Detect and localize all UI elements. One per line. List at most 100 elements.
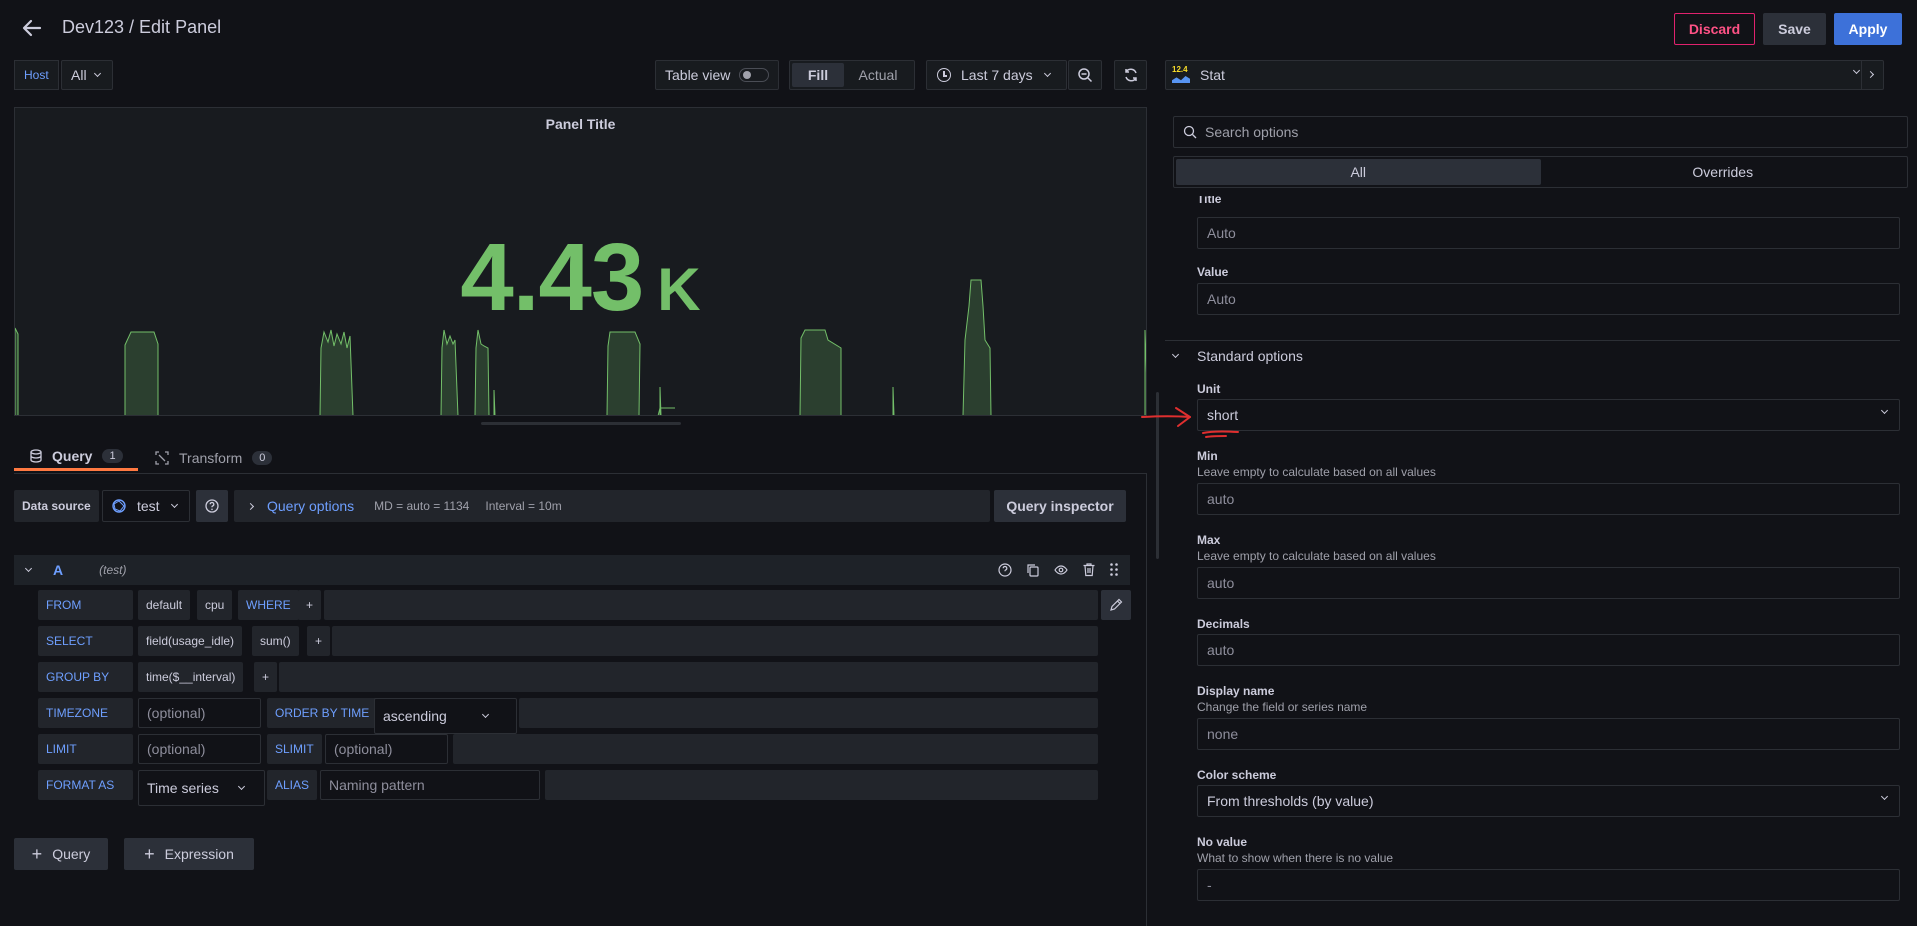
toggle-switch[interactable] <box>739 68 770 82</box>
actual-button[interactable]: Actual <box>844 63 912 87</box>
refresh-button[interactable] <box>1114 60 1147 90</box>
select-field-segment[interactable]: field(usage_idle) <box>138 626 243 656</box>
refresh-icon <box>1124 68 1137 82</box>
host-variable-select[interactable]: All <box>61 60 113 90</box>
display-name-option-input[interactable]: none <box>1197 718 1900 750</box>
select-add-button[interactable]: + <box>307 626 331 656</box>
transform-icon <box>155 450 169 465</box>
title-option-input[interactable]: Auto <box>1197 217 1900 249</box>
group-by-row-filler <box>279 662 1098 692</box>
max-option-description: Leave empty to calculate based on all va… <box>1197 549 1436 563</box>
tab-query[interactable]: Query 1 <box>14 444 138 471</box>
options-scroll-area[interactable]: Title Auto Value Auto Standard options U… <box>1165 196 1900 926</box>
collapse-chevron-icon[interactable] <box>24 564 33 573</box>
search-options-input[interactable]: Search options <box>1173 116 1908 148</box>
timezone-row-filler <box>519 698 1098 728</box>
query-options-label: Query options <box>267 498 355 514</box>
query-help-icon[interactable] <box>998 563 1012 577</box>
value-option-input[interactable]: Auto <box>1197 283 1900 315</box>
data-source-help-button[interactable] <box>196 490 228 522</box>
delete-query-trash-icon[interactable] <box>1082 562 1096 577</box>
timezone-input[interactable]: (optional) <box>138 698 261 728</box>
decimals-option-label: Decimals <box>1197 617 1250 631</box>
fill-button[interactable]: Fill <box>792 63 844 87</box>
min-option-input[interactable]: auto <box>1197 483 1900 515</box>
annotation-arrow-icon <box>1141 407 1239 438</box>
visualization-picker[interactable]: 12.4 Stat <box>1165 60 1884 90</box>
tab-transform[interactable]: Transform 0 <box>155 444 285 471</box>
clock-icon <box>937 68 951 82</box>
group-by-add-button[interactable]: + <box>254 662 278 692</box>
data-source-value: test <box>137 498 160 514</box>
chevron-down-icon <box>1043 69 1051 78</box>
add-expression-button[interactable]: + Expression <box>124 838 254 870</box>
duplicate-query-icon[interactable] <box>1026 563 1040 577</box>
drag-handle-icon[interactable] <box>1109 562 1119 577</box>
where-add-button[interactable]: + <box>298 590 322 620</box>
options-tabs: All Overrides <box>1173 156 1908 188</box>
table-view-toggle[interactable]: Table view <box>655 60 779 90</box>
query-ref-id[interactable]: A <box>53 562 63 578</box>
tab-all[interactable]: All <box>1176 159 1541 185</box>
where-keyword: WHERE <box>238 590 299 620</box>
apply-button[interactable]: Apply <box>1834 13 1902 45</box>
display-name-option-label: Display name <box>1197 684 1275 698</box>
from-database-segment[interactable]: default <box>138 590 191 620</box>
max-data-points-info: MD = auto = 1134 <box>374 499 470 513</box>
order-by-select[interactable]: ascending <box>374 698 517 734</box>
timezone-keyword: TIMEZONE <box>38 698 133 728</box>
chevron-down-icon <box>1880 406 1889 415</box>
format-as-select[interactable]: Time series <box>138 770 265 806</box>
from-measurement-segment[interactable]: cpu <box>197 590 233 620</box>
max-option-input[interactable]: auto <box>1197 567 1900 599</box>
fill-actual-group: Fill Actual <box>789 60 915 90</box>
display-name-option-description: Change the field or series name <box>1197 700 1368 714</box>
toggle-raw-query-button[interactable] <box>1101 590 1131 620</box>
no-value-option-input[interactable]: - <box>1197 869 1900 901</box>
select-function-segment[interactable]: sum() <box>252 626 299 656</box>
chevron-down-icon <box>481 710 489 719</box>
visualization-name: Stat <box>1200 67 1225 83</box>
limit-input[interactable]: (optional) <box>138 734 261 764</box>
horizontal-splitter[interactable] <box>481 422 681 425</box>
color-scheme-select[interactable]: From thresholds (by value) <box>1197 785 1900 817</box>
hide-query-eye-icon[interactable] <box>1054 563 1068 577</box>
query-options-bar[interactable]: Query options MD = auto = 1134 Interval … <box>234 490 990 522</box>
pencil-icon <box>1110 598 1123 611</box>
from-keyword: FROM <box>38 590 133 620</box>
collapse-options-icon[interactable] <box>1866 70 1875 79</box>
chevron-down-icon <box>237 782 245 791</box>
data-source-picker[interactable]: test <box>102 490 190 522</box>
discard-button[interactable]: Discard <box>1674 13 1755 45</box>
chevron-down-icon <box>93 69 101 78</box>
tab-overrides[interactable]: Overrides <box>1541 159 1906 185</box>
unit-select[interactable]: short <box>1197 399 1900 431</box>
search-options-placeholder: Search options <box>1205 124 1299 140</box>
alias-input[interactable]: Naming pattern <box>320 770 540 800</box>
query-inspector-button[interactable]: Query inspector <box>994 490 1126 522</box>
from-row-filler <box>324 590 1098 620</box>
value-option-label: Value <box>1197 265 1229 279</box>
group-by-time-segment[interactable]: time($__interval) <box>138 662 244 692</box>
standard-options-chevron-icon[interactable] <box>1171 350 1180 359</box>
standard-options-header[interactable]: Standard options <box>1197 348 1303 364</box>
query-editor-area-border <box>1146 473 1147 926</box>
back-arrow-icon[interactable] <box>20 16 44 40</box>
chevron-down-icon <box>1880 792 1889 801</box>
time-range-picker[interactable]: Last 7 days <box>926 60 1067 90</box>
add-query-button[interactable]: + Query <box>14 838 108 870</box>
no-value-option-description: What to show when there is no value <box>1197 851 1394 865</box>
max-option-label: Max <box>1197 533 1221 547</box>
unit-option-label: Unit <box>1197 382 1221 396</box>
query-row-header: A (test) <box>14 555 1130 585</box>
min-option-description: Leave empty to calculate based on all va… <box>1197 465 1436 479</box>
decimals-option-input[interactable]: auto <box>1197 634 1900 666</box>
add-query-label: Query <box>52 846 91 862</box>
zoom-out-icon <box>1078 68 1093 83</box>
zoom-out-button[interactable] <box>1068 60 1102 90</box>
search-icon <box>1183 125 1197 139</box>
slimit-input[interactable]: (optional) <box>325 734 448 764</box>
save-button[interactable]: Save <box>1763 13 1826 45</box>
color-scheme-value: From thresholds (by value) <box>1207 793 1374 809</box>
alias-keyword: ALIAS <box>267 770 318 800</box>
